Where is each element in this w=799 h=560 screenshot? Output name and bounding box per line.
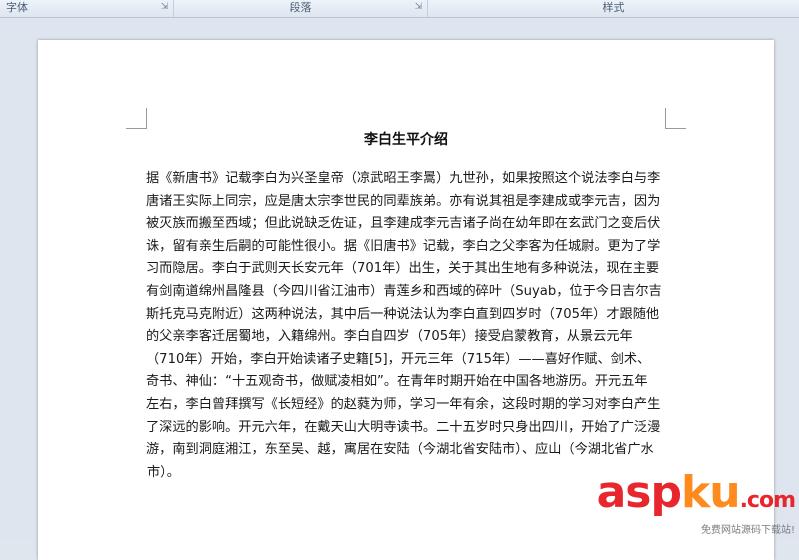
watermark-logo-part1: asp xyxy=(596,467,682,518)
body-line[interactable]: 游，南到洞庭湘江，东至吴、越，寓居在安陆（今湖北省安陆市）、应山（今湖北省广水 xyxy=(146,439,666,462)
body-line[interactable]: （710年）开始，李白开始读诸子史籍[5]，开元三年（715年）——喜好作赋、剑… xyxy=(146,349,666,372)
ribbon-group-paragraph: 段落 ⇲ xyxy=(174,0,428,17)
document-body[interactable]: 据《新唐书》记载李白为兴圣皇帝（凉武昭王李暠）九世孙，如果按照这个说法李白与李 … xyxy=(146,168,666,484)
body-line[interactable]: 有剑南道绵州昌隆县（今四川省江油市）青莲乡和西域的碎叶（Suyab，位于今日吉尔… xyxy=(146,281,666,304)
ribbon-group-font: 字体 ⇲ xyxy=(0,0,174,17)
body-line[interactable]: 左右，李白曾拜撰写《长短经》的赵蕤为师，学习一年有余，这段时期的学习对李白产生 xyxy=(146,394,666,417)
body-line[interactable]: 奇书、神仙：“十五观奇书，做赋凌相如”。在青年时期开始在中国各地游历。开元五年 xyxy=(146,371,666,394)
body-line[interactable]: 了深远的影响。开元六年，在戴天山大明寺读书。二十五岁时只身出四川，开始了广泛漫 xyxy=(146,417,666,440)
body-line[interactable]: 市）。 xyxy=(146,462,666,485)
font-dialog-launcher-icon[interactable]: ⇲ xyxy=(160,3,169,12)
ribbon-group-styles-label: 样式 xyxy=(602,1,625,14)
ribbon-group-styles: 样式 xyxy=(428,0,799,17)
ribbon-group-paragraph-label: 段落 xyxy=(289,1,312,14)
watermark-logo-part3: .com xyxy=(739,488,796,513)
crop-mark-top-right xyxy=(665,108,686,129)
body-line[interactable]: 诛，留有亲生后嗣的可能性很小。据《旧唐书》记载，李白之父李客为任城尉。更为了学 xyxy=(146,236,666,259)
watermark-logo-part2: ku xyxy=(680,467,741,518)
body-line[interactable]: 的父亲李客迁居蜀地，入籍绵州。李白自四岁（705年）接受启蒙教育，从景云元年 xyxy=(146,326,666,349)
watermark-logo: aspku.com xyxy=(597,471,796,523)
body-line[interactable]: 习而隐居。李白于武则天长安元年（701年）出生，关于其出生地有多种说法，现在主要 xyxy=(146,258,666,281)
document-title[interactable]: 李白生平介绍 xyxy=(38,129,774,149)
watermark-subtitle: 免费网站源码下载站! xyxy=(700,525,795,536)
body-line[interactable]: 唐诸王实际上同宗，应是唐太宗李世民的同辈族弟。亦有说其祖是李建成或李元吉，因为 xyxy=(146,191,666,214)
paragraph-dialog-launcher-icon[interactable]: ⇲ xyxy=(414,3,423,12)
watermark: aspku.com 免费网站源码下载站! xyxy=(597,471,796,537)
body-line[interactable]: 据《新唐书》记载李白为兴圣皇帝（凉武昭王李暠）九世孙，如果按照这个说法李白与李 xyxy=(146,168,666,191)
ribbon-group-labels: 字体 ⇲ 段落 ⇲ 样式 xyxy=(0,0,799,18)
body-line[interactable]: 斯托克马克附近）这两种说法，其中后一种说法认为李白直到四岁时（705年）才跟随他 xyxy=(146,304,666,327)
ribbon-group-font-label: 字体 xyxy=(6,1,28,14)
crop-mark-top-left xyxy=(126,108,147,129)
document-workspace[interactable]: 李白生平介绍 据《新唐书》记载李白为兴圣皇帝（凉武昭王李暠）九世孙，如果按照这个… xyxy=(0,18,799,560)
body-line[interactable]: 被灭族而搬至西域；但此说缺乏佐证，且李建成李元吉诸子尚在幼年即在玄武门之变后伏 xyxy=(146,213,666,236)
